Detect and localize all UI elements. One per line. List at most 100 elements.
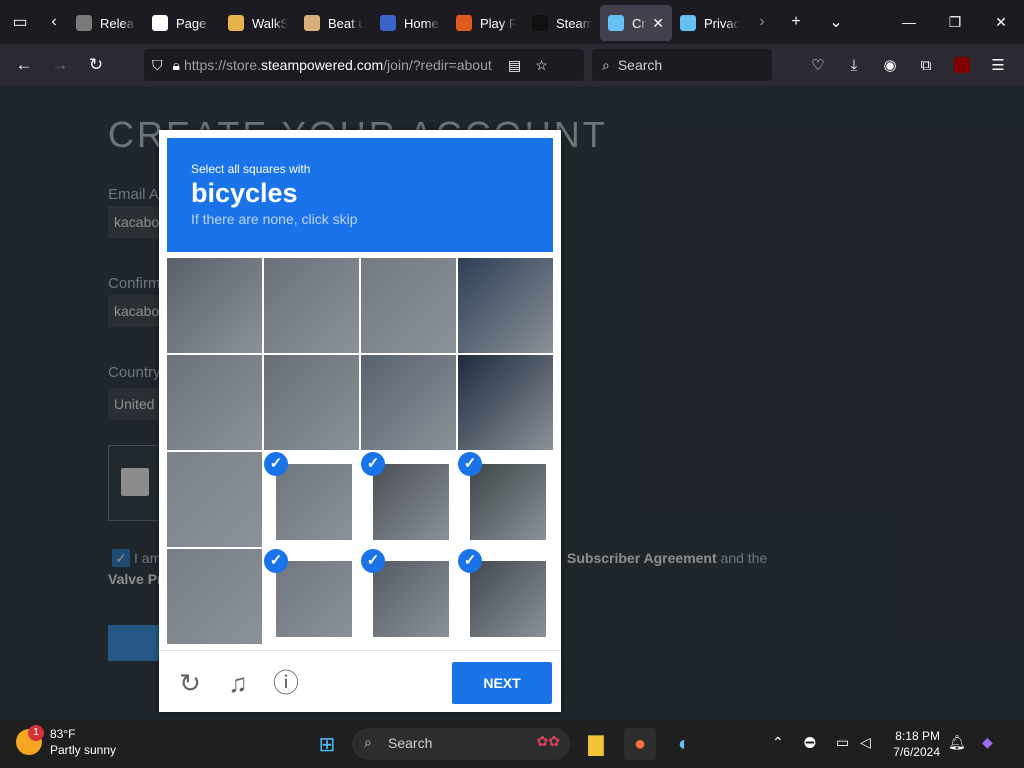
captcha-tile[interactable]: ✓ — [361, 452, 456, 547]
file-explorer-icon[interactable]: ▇ — [580, 728, 612, 760]
captcha-header: Select all squares with bicycles If ther… — [167, 138, 553, 252]
ublock-icon[interactable] — [944, 49, 980, 81]
maximize-icon[interactable]: ❐ — [932, 0, 978, 44]
tab-favicon-icon — [456, 15, 472, 31]
close-window-icon[interactable]: ✕ — [978, 0, 1024, 44]
new-tab-icon[interactable]: + — [776, 0, 816, 44]
captcha-tile[interactable]: ✓ — [458, 549, 553, 644]
captcha-tile[interactable] — [458, 355, 553, 450]
scroll-tabs-left-icon[interactable]: ‹ — [40, 0, 68, 44]
captcha-footer: ↻ ♫ ⓘ NEXT — [159, 650, 561, 712]
notification-badge: 1 — [28, 725, 44, 741]
captcha-tile[interactable]: ✓ — [458, 452, 553, 547]
sound-icon[interactable]: ◁ — [860, 734, 871, 751]
pocket-icon[interactable]: ♡ — [800, 49, 836, 81]
notifications-icon[interactable]: 🔔︎ — [948, 734, 966, 751]
tab-2[interactable]: WalkS — [220, 5, 296, 41]
list-all-tabs-icon[interactable]: ⌄ — [816, 0, 856, 44]
tab-favicon-icon — [680, 15, 696, 31]
captcha-tile-image — [167, 452, 262, 547]
captcha-tile[interactable] — [458, 258, 553, 353]
info-icon[interactable]: ⓘ — [271, 668, 301, 698]
start-icon[interactable]: ⊞ — [311, 728, 343, 760]
menu-icon[interactable]: ☰ — [980, 49, 1016, 81]
minimize-icon[interactable]: — — [886, 0, 932, 44]
search-input[interactable]: ⌕ Search — [592, 49, 772, 81]
captcha-tile-image — [458, 355, 553, 450]
reload-challenge-icon[interactable]: ↻ — [175, 668, 205, 698]
captcha-tile[interactable] — [264, 258, 359, 353]
temperature: 83°F — [50, 727, 76, 741]
captcha-tile[interactable] — [167, 452, 262, 547]
captcha-tile[interactable]: ✓ — [264, 549, 359, 644]
captcha-tile[interactable] — [167, 355, 262, 450]
shield-icon[interactable]: ⛉ — [152, 57, 163, 74]
selected-check-icon: ✓ — [458, 452, 482, 476]
taskbar-search[interactable]: ⌕ Search ✿✿ — [352, 728, 570, 760]
reload-icon[interactable]: ↻ — [78, 49, 114, 81]
captcha-tile-image — [264, 355, 359, 450]
scroll-tabs-right-icon[interactable]: › — [748, 0, 776, 44]
back-icon[interactable]: ← — [6, 49, 42, 81]
tab-1[interactable]: Page — [144, 5, 220, 41]
extensions-icon[interactable]: ⧉ — [908, 49, 944, 81]
tab-overview-icon[interactable]: ▭ — [0, 0, 40, 44]
tab-favicon-icon — [380, 15, 396, 31]
clock[interactable]: 8:18 PM 7/6/2024 — [893, 728, 940, 760]
tab-7[interactable]: Cre ✕ — [600, 5, 672, 41]
tab-strip: ▭ ‹ Relea Page WalkS Beat u Home Play F Steam C… — [0, 0, 1024, 44]
tab-0[interactable]: Relea — [68, 5, 144, 41]
captcha-tile-image — [470, 464, 546, 540]
display-icon[interactable]: ▭ — [836, 734, 849, 751]
address-bar[interactable]: ⛉ 🔒︎ https://store.steampowered.com/join… — [144, 49, 584, 81]
selected-check-icon: ✓ — [361, 549, 385, 573]
captcha-tile-image — [470, 561, 546, 637]
captcha-hint: If there are none, click skip — [191, 211, 358, 227]
close-tab-icon[interactable]: ✕ — [652, 15, 664, 32]
tab-favicon-icon — [608, 15, 624, 31]
weather-condition: Partly sunny — [50, 743, 117, 757]
tab-title: WalkS — [252, 15, 288, 31]
captcha-tile[interactable]: ✓ — [264, 452, 359, 547]
navigation-bar: ← → ↻ ⛉ 🔒︎ https://store.steampowered.co… — [0, 44, 1024, 86]
weather-widget[interactable]: 1 83°F Partly sunny — [16, 725, 117, 758]
downloads-icon[interactable]: ⤓ — [836, 49, 872, 81]
roses-icon: ✿✿ — [536, 733, 560, 749]
next-button[interactable]: NEXT — [452, 662, 552, 704]
captcha-tile[interactable]: ✓ — [361, 549, 456, 644]
reader-view-icon[interactable]: ▤ — [508, 57, 521, 74]
tab-favicon-icon — [304, 15, 320, 31]
audio-challenge-icon[interactable]: ♫ — [223, 668, 253, 698]
steam-icon[interactable]: ◐ — [668, 728, 700, 760]
tab-3[interactable]: Beat u — [296, 5, 372, 41]
account-icon[interactable]: ◉ — [872, 49, 908, 81]
show-hidden-icons[interactable]: ⌃ — [772, 734, 784, 751]
captcha-tile[interactable] — [361, 355, 456, 450]
forward-icon[interactable]: → — [42, 49, 78, 81]
captcha-target: bicycles — [191, 178, 298, 208]
captcha-tile-image — [167, 355, 262, 450]
url-text[interactable]: https://store.steampowered.com/join/?red… — [184, 57, 496, 73]
captcha-tile[interactable] — [361, 258, 456, 353]
captcha-instruction: Select all squares with — [191, 162, 311, 176]
captcha-tile-image — [167, 549, 262, 644]
captcha-tile-image — [276, 561, 352, 637]
captcha-tile-image — [264, 258, 359, 353]
tab-title: Beat u — [328, 15, 364, 31]
tab-4[interactable]: Home — [372, 5, 448, 41]
selected-check-icon: ✓ — [361, 452, 385, 476]
tab-6[interactable]: Steam — [524, 5, 600, 41]
tab-5[interactable]: Play F — [448, 5, 524, 41]
lock-icon[interactable]: 🔒︎ — [173, 57, 180, 74]
network-off-icon[interactable]: ⛔︎ — [804, 734, 816, 751]
captcha-tile[interactable] — [167, 549, 262, 644]
firefox-icon[interactable]: ● — [624, 728, 656, 760]
selected-check-icon: ✓ — [264, 549, 288, 573]
copilot-icon[interactable]: ◆ — [982, 734, 993, 751]
captcha-tile[interactable] — [167, 258, 262, 353]
bookmark-star-icon[interactable]: ☆ — [535, 57, 548, 74]
captcha-challenge: Select all squares with bicycles If ther… — [159, 130, 561, 712]
captcha-tile-image — [167, 258, 262, 353]
tab-8[interactable]: Privac — [672, 5, 748, 41]
captcha-tile[interactable] — [264, 355, 359, 450]
